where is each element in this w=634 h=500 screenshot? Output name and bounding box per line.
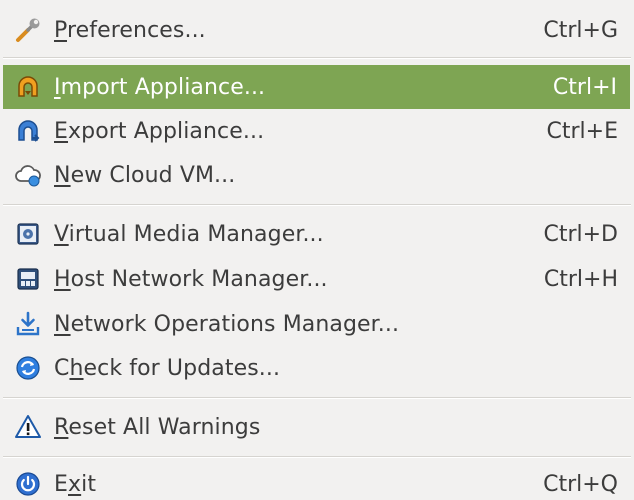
refresh-icon bbox=[15, 355, 41, 381]
menu-item-host-network-manager[interactable]: Host Network Manager... Ctrl+H bbox=[0, 257, 634, 301]
export-appliance-icon bbox=[15, 118, 41, 144]
menu-item-label: Preferences... bbox=[54, 17, 206, 43]
menu-item-shortcut: Ctrl+E bbox=[546, 118, 618, 144]
menu-item-shortcut: Ctrl+I bbox=[552, 74, 617, 100]
menu-item-shortcut: Ctrl+Q bbox=[543, 471, 618, 497]
cloud-icon bbox=[15, 162, 41, 188]
warning-icon bbox=[15, 414, 41, 440]
menu-item-reset-all-warnings[interactable]: Reset All Warnings bbox=[0, 405, 634, 449]
menu-item-label: Virtual Media Manager... bbox=[54, 221, 324, 247]
tools-menu: Preferences... Ctrl+G Import Appliance..… bbox=[0, 0, 634, 500]
menu-item-shortcut: Ctrl+H bbox=[543, 266, 618, 292]
menu-item-check-for-updates[interactable]: Check for Updates... bbox=[0, 346, 634, 390]
power-icon bbox=[15, 471, 41, 497]
menu-item-shortcut: Ctrl+D bbox=[543, 221, 618, 247]
menu-item-virtual-media-manager[interactable]: Virtual Media Manager... Ctrl+D bbox=[0, 212, 634, 256]
menu-separator bbox=[3, 397, 631, 399]
media-manager-icon bbox=[15, 221, 41, 247]
menu-item-exit[interactable]: Exit Ctrl+Q bbox=[0, 462, 634, 500]
menu-item-shortcut: Ctrl+G bbox=[543, 17, 618, 43]
menu-item-label: Export Appliance... bbox=[54, 118, 265, 144]
menu-separator bbox=[3, 57, 631, 59]
menu-item-label: Import Appliance... bbox=[54, 74, 266, 100]
menu-item-label: Network Operations Manager... bbox=[54, 311, 400, 337]
import-appliance-icon bbox=[15, 74, 41, 100]
menu-item-label: Reset All Warnings bbox=[54, 414, 261, 440]
network-manager-icon bbox=[15, 266, 41, 292]
menu-item-label: Exit bbox=[54, 471, 97, 497]
menu-item-import-appliance[interactable]: Import Appliance... Ctrl+I bbox=[3, 65, 630, 109]
menu-item-export-appliance[interactable]: Export Appliance... Ctrl+E bbox=[0, 109, 634, 153]
menu-separator bbox=[3, 456, 631, 458]
menu-item-label: Host Network Manager... bbox=[54, 266, 328, 292]
menu-item-label: Check for Updates... bbox=[54, 355, 281, 381]
menu-item-preferences[interactable]: Preferences... Ctrl+G bbox=[0, 8, 634, 52]
download-tray-icon bbox=[15, 311, 41, 337]
menu-item-label: New Cloud VM... bbox=[54, 162, 236, 188]
menu-separator bbox=[3, 204, 631, 206]
menu-item-network-operations-manager[interactable]: Network Operations Manager... bbox=[0, 302, 634, 346]
menu-item-new-cloud-vm[interactable]: New Cloud VM... bbox=[0, 153, 634, 197]
wrench-icon bbox=[15, 17, 41, 43]
